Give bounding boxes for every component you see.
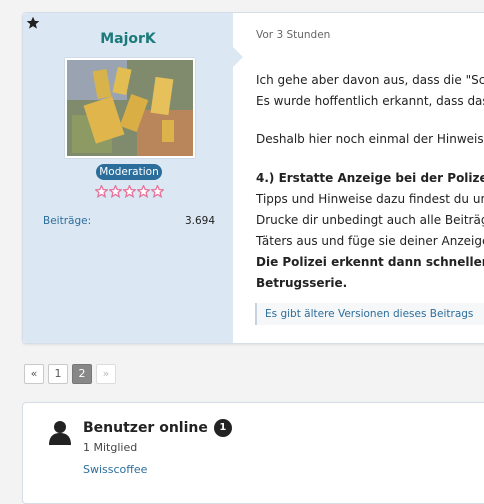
author-avatar[interactable]: [65, 58, 195, 158]
star-icon[interactable]: [26, 16, 40, 30]
post-count-row: Beiträge: 3.694: [43, 215, 215, 227]
post-content: Vor 3 Stunden Ich gehe aber davon aus, d…: [233, 13, 484, 343]
author-username[interactable]: MajorK: [23, 31, 233, 47]
pagination-page-1[interactable]: 1: [48, 364, 68, 384]
post-text-line: Es wurde hoffentlich erkannt, dass das: [256, 94, 484, 108]
pink-star-icon: [109, 185, 122, 198]
post-text-line: Tipps und Hinweise dazu findest du un: [256, 192, 484, 206]
user-icon: [49, 421, 71, 445]
post-card: MajorK Moderation Beiträge: 3.694 Vor 3 …: [22, 12, 484, 344]
online-member-count: 1 Mitglied: [83, 441, 138, 454]
post-date[interactable]: Vor 3 Stunden: [256, 29, 330, 41]
pagination: « 1 2 »: [24, 364, 116, 384]
post-text-line: Drucke dir unbedingt auch alle Beiträg: [256, 213, 484, 227]
sidebar-pointer: [233, 47, 243, 67]
pink-star-icon: [151, 185, 164, 198]
post-text-bold: Betrugsserie.: [256, 276, 348, 290]
post-heading: 4.) Erstatte Anzeige bei der Polizei.: [256, 171, 484, 185]
rating-stars: [95, 185, 165, 199]
role-badge: Moderation: [96, 164, 162, 180]
pink-star-icon: [137, 185, 150, 198]
online-title: Benutzer online: [83, 420, 208, 436]
older-versions-link[interactable]: Es gibt ältere Versionen dieses Beitrags: [255, 303, 484, 325]
post-text-line: Deshalb hier noch einmal der Hinweis a: [256, 132, 484, 146]
pagination-prev-button[interactable]: «: [24, 364, 44, 384]
online-users-panel: Benutzer online 1 1 Mitglied Swisscoffee: [22, 402, 484, 504]
online-title-row: Benutzer online 1: [83, 419, 232, 437]
pink-star-icon: [123, 185, 136, 198]
post-text-bold: Die Polizei erkennt dann schneller, d: [256, 255, 484, 269]
pink-star-icon: [95, 185, 108, 198]
online-count-badge: 1: [213, 419, 232, 437]
post-count-value: 3.694: [184, 215, 215, 227]
post-author-sidebar: MajorK Moderation Beiträge: 3.694: [23, 13, 233, 343]
pagination-next-button[interactable]: »: [96, 364, 116, 384]
post-text-line: Täters aus und füge sie deiner Anzeige: [256, 234, 484, 248]
post-text-line: Ich gehe aber davon aus, dass die "Schä: [256, 73, 484, 87]
pagination-page-2[interactable]: 2: [72, 364, 92, 384]
post-count-label[interactable]: Beiträge:: [43, 215, 91, 227]
online-user-link[interactable]: Swisscoffee: [83, 463, 147, 476]
